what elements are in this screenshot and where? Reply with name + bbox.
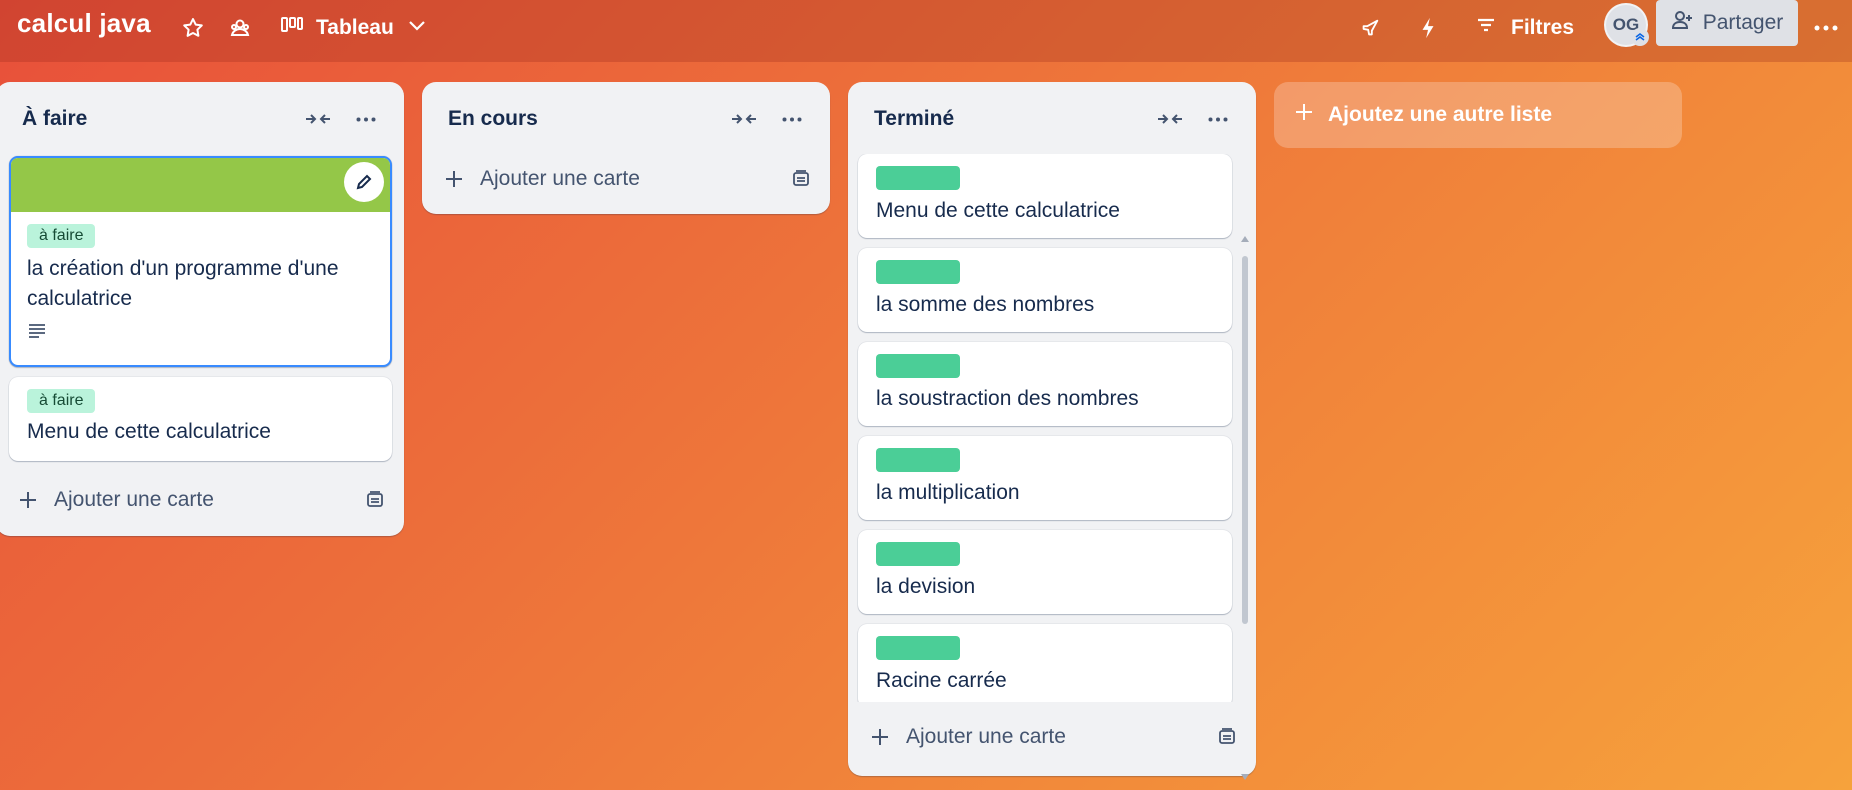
list-termine: Terminé Menu de cette calculatrice la so… bbox=[848, 82, 1256, 780]
card-title: Menu de cette calculatrice bbox=[876, 199, 1120, 222]
card-label[interactable] bbox=[876, 260, 960, 284]
filters-button[interactable]: Filtres bbox=[1475, 8, 1574, 48]
filters-label: Filtres bbox=[1511, 16, 1575, 39]
plus-icon bbox=[444, 169, 470, 189]
add-card-label: Ajouter une carte bbox=[54, 488, 214, 511]
card-title: Racine carrée bbox=[876, 669, 1007, 692]
description-icon bbox=[27, 322, 51, 343]
view-switcher[interactable]: Tableau bbox=[280, 8, 428, 48]
chevron-down-icon bbox=[406, 14, 428, 42]
list-en-cours: En cours Ajouter une carte bbox=[422, 82, 830, 214]
list-title[interactable]: À faire bbox=[22, 107, 300, 131]
filter-icon bbox=[1475, 15, 1497, 41]
card-label[interactable] bbox=[876, 636, 960, 660]
rocket-powerups-icon[interactable] bbox=[1352, 10, 1388, 46]
collapse-list-icon[interactable] bbox=[300, 101, 336, 137]
card-label[interactable] bbox=[876, 448, 960, 472]
card-title: la multiplication bbox=[876, 481, 1020, 504]
list-header: En cours bbox=[422, 82, 830, 156]
list-a-faire: À faire à faire la création d'un program… bbox=[0, 82, 404, 536]
more-options-icon[interactable] bbox=[1806, 8, 1846, 48]
card-label[interactable] bbox=[876, 166, 960, 190]
card-label[interactable]: à faire bbox=[27, 389, 96, 413]
card-label[interactable] bbox=[876, 354, 960, 378]
board-title[interactable]: calcul java bbox=[17, 8, 151, 39]
list-menu-icon[interactable] bbox=[774, 101, 810, 137]
list-scrollbar[interactable] bbox=[1240, 234, 1250, 782]
add-list-button[interactable]: Ajoutez une autre liste bbox=[1274, 82, 1682, 148]
card-title: Menu de cette calculatrice bbox=[27, 420, 271, 443]
star-icon[interactable] bbox=[175, 10, 211, 46]
add-card-label: Ajouter une carte bbox=[906, 725, 1066, 748]
list-header: À faire bbox=[0, 82, 404, 156]
card[interactable]: la soustraction des nombres bbox=[858, 342, 1232, 426]
card-template-icon[interactable] bbox=[360, 485, 390, 515]
card-template-icon[interactable] bbox=[786, 164, 816, 194]
card[interactable]: la somme des nombres bbox=[858, 248, 1232, 332]
list-menu-icon[interactable] bbox=[1200, 101, 1236, 137]
list-title[interactable]: Terminé bbox=[874, 107, 1152, 131]
add-card-button[interactable]: Ajouter une carte bbox=[848, 708, 1256, 766]
card-cover bbox=[11, 158, 390, 212]
card-label[interactable] bbox=[876, 542, 960, 566]
add-list-label: Ajoutez une autre liste bbox=[1328, 103, 1553, 126]
admin-badge-icon bbox=[1631, 28, 1649, 46]
card-title: la création d'un programme d'une calcula… bbox=[27, 257, 339, 310]
card[interactable]: à faire Menu de cette calculatrice bbox=[9, 377, 392, 461]
cards-scroll-area[interactable]: Menu de cette calculatrice la somme des … bbox=[848, 154, 1256, 702]
plus-icon bbox=[18, 490, 44, 510]
collapse-list-icon[interactable] bbox=[726, 101, 762, 137]
view-label: Tableau bbox=[316, 16, 394, 39]
card[interactable]: la devision bbox=[858, 530, 1232, 614]
share-button[interactable]: Partager bbox=[1656, 0, 1798, 46]
add-card-label: Ajouter une carte bbox=[480, 167, 640, 190]
card[interactable]: la multiplication bbox=[858, 436, 1232, 520]
visibility-icon[interactable] bbox=[222, 10, 258, 46]
plus-icon bbox=[870, 727, 896, 747]
add-card-button[interactable]: Ajouter une carte bbox=[0, 471, 404, 529]
add-card-button[interactable]: Ajouter une carte bbox=[422, 150, 830, 208]
card[interactable]: à faire la création d'un programme d'une… bbox=[9, 156, 392, 367]
card-title: la devision bbox=[876, 575, 976, 598]
card-title: la somme des nombres bbox=[876, 293, 1095, 316]
card[interactable]: Menu de cette calculatrice bbox=[858, 154, 1232, 238]
list-menu-icon[interactable] bbox=[348, 101, 384, 137]
collapse-list-icon[interactable] bbox=[1152, 101, 1188, 137]
card[interactable]: Racine carrée bbox=[858, 624, 1232, 702]
list-title[interactable]: En cours bbox=[448, 107, 726, 131]
lightning-automation-icon[interactable] bbox=[1410, 10, 1446, 46]
share-label: Partager bbox=[1702, 11, 1784, 34]
card-template-icon[interactable] bbox=[1212, 722, 1242, 752]
board-header: calcul java Tableau Filtres OG Partager bbox=[0, 0, 1852, 62]
list-header: Terminé bbox=[848, 82, 1256, 156]
add-person-icon bbox=[1671, 9, 1693, 37]
board-view-icon bbox=[280, 15, 304, 41]
scroll-thumb[interactable] bbox=[1242, 256, 1248, 624]
card-title: la soustraction des nombres bbox=[876, 387, 1139, 410]
plus-icon bbox=[1294, 102, 1314, 128]
edit-card-icon[interactable] bbox=[344, 162, 384, 202]
card-label[interactable]: à faire bbox=[27, 224, 96, 248]
